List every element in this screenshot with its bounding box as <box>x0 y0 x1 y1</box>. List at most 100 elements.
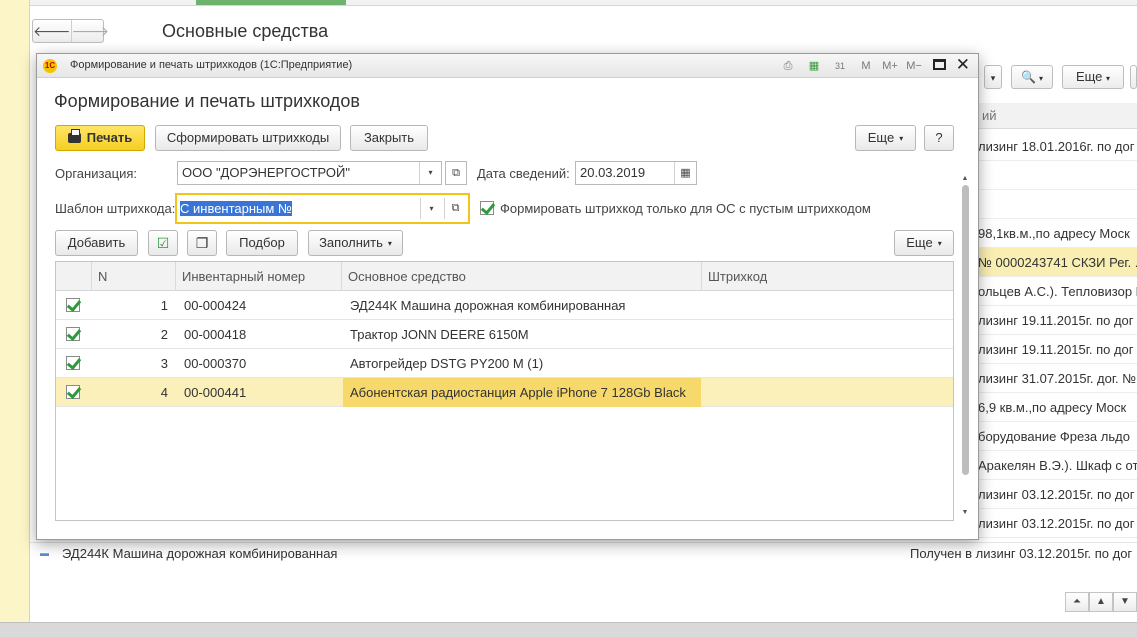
column-inventory-number[interactable]: Инвентарный номер <box>176 262 342 291</box>
active-tab-indicator[interactable] <box>196 0 346 5</box>
open-template-icon[interactable]: ⧉ <box>444 198 466 219</box>
form-title: Формирование и печать штрихкодов <box>54 91 360 111</box>
bg-list-row[interactable] <box>978 161 1137 190</box>
table-header: N Инвентарный номер Основное средство Шт… <box>56 262 953 291</box>
bg-row-status: Получен в лизинг 03.12.2015г. по дог <box>910 546 1133 561</box>
template-value: С инвентарным № <box>180 201 292 216</box>
bg-dropdown-fragment[interactable]: ▾ <box>984 65 1002 89</box>
bg-list-row[interactable]: ▬ ЭД244К Машина дорожная комбинированная… <box>30 542 1137 564</box>
chevron-down-icon[interactable]: ▾ <box>420 198 442 219</box>
table-more-button[interactable]: Еще ▾ <box>894 230 954 256</box>
row-checkbox[interactable] <box>66 298 80 312</box>
spreadsheet-icon[interactable]: ▦ <box>805 59 823 73</box>
bg-more-button[interactable]: Еще ▾ <box>1062 65 1124 89</box>
empty-only-label[interactable]: Формировать штрихкод только для ОС с пус… <box>500 201 871 216</box>
bg-toolbar-fragment[interactable] <box>1130 65 1137 89</box>
add-button[interactable]: Добавить <box>55 230 138 256</box>
search-icon: 🔍 <box>1021 70 1036 84</box>
generate-barcodes-button[interactable]: Сформировать штрихкоды <box>155 125 341 151</box>
column-n[interactable]: N <box>92 262 176 291</box>
row-inventory-number: 00-000424 <box>184 298 247 313</box>
chevron-down-icon: ▾ <box>387 239 392 248</box>
select-button[interactable]: Подбор <box>226 230 298 256</box>
table-row-selected[interactable]: 4 00-000441 Абонентская радиостанция App… <box>56 378 953 407</box>
row-inventory-number: 00-000441 <box>184 385 247 400</box>
form-scrollbar[interactable]: ▲ ▼ <box>960 175 970 521</box>
empty-only-checkbox[interactable] <box>480 201 494 215</box>
row-barcode <box>708 378 953 407</box>
bg-list-row[interactable]: лизинг 31.07.2015г. дог. № <box>978 364 1137 393</box>
row-asset-current-cell[interactable]: Абонентская радиостанция Apple iPhone 7 … <box>343 378 701 407</box>
chevron-down-icon: ▾ <box>899 134 904 143</box>
scroll-top-button[interactable]: ⏶ <box>1065 592 1089 612</box>
date-label: Дата сведений: <box>477 166 570 181</box>
calendar-icon[interactable]: ▦ <box>674 162 696 184</box>
print-preview-icon[interactable]: ⎙ <box>779 59 797 73</box>
row-asset: Трактор JONN DEERE 6150M <box>350 327 529 342</box>
open-organization-icon[interactable]: ⧉ <box>445 161 467 185</box>
bg-list-row[interactable] <box>978 190 1137 219</box>
close-icon[interactable]: ✕ <box>956 56 970 74</box>
bg-list-row[interactable]: ольцев А.С.). Тепловизор Flu <box>978 277 1137 306</box>
calendar-icon[interactable]: 31 <box>831 59 849 73</box>
print-button[interactable]: Печать <box>55 125 145 151</box>
bg-list-row-selected[interactable]: № 0000243741 СКЗИ Рег. . <box>978 248 1137 277</box>
bg-list-row[interactable]: 6,9 кв.м.,по адресу Моск <box>978 393 1137 422</box>
copy-icon[interactable]: ❐ <box>187 230 217 256</box>
forward-arrow-icon[interactable]: 🡒 <box>70 20 109 42</box>
back-arrow-icon[interactable]: 🡐 <box>33 20 71 42</box>
scroll-down-button[interactable]: ▼ <box>1113 592 1137 612</box>
row-asset: Автогрейдер DSTG PY200 M (1) <box>350 356 544 371</box>
bg-list-row[interactable]: лизинг 18.01.2016г. по дог <box>978 132 1137 161</box>
table-row[interactable]: 3 00-000370 Автогрейдер DSTG PY200 M (1) <box>56 349 953 378</box>
template-label: Шаблон штрихкода: <box>55 201 176 216</box>
memory-minus-icon[interactable]: M− <box>903 59 925 73</box>
date-value: 20.03.2019 <box>580 165 646 180</box>
bg-list-row[interactable]: Аракелян В.Э.). Шкаф с отд <box>978 451 1137 480</box>
window-titlebar[interactable]: 1С Формирование и печать штрихкодов (1С:… <box>37 54 978 78</box>
scroll-down-icon: ▼ <box>1120 596 1130 607</box>
bg-list-row[interactable]: лизинг 03.12.2015г. по дог <box>978 480 1137 509</box>
fill-button[interactable]: Заполнить ▾ <box>308 230 403 256</box>
organization-label: Организация: <box>55 166 138 181</box>
bg-list-row[interactable]: лизинг 19.11.2015г. по дог <box>978 335 1137 364</box>
chevron-down-icon: ▾ <box>1106 74 1111 83</box>
help-button[interactable]: ? <box>924 125 954 151</box>
bg-list-row[interactable]: лизинг 19.11.2015г. по дог <box>978 306 1137 335</box>
bg-list-row[interactable]: лизинг 03.12.2015г. по дог <box>978 509 1137 538</box>
row-number: 4 <box>160 385 168 400</box>
row-checkbox[interactable] <box>66 356 80 370</box>
column-asset[interactable]: Основное средство <box>342 262 702 291</box>
scroll-thumb[interactable] <box>962 185 969 475</box>
table-more-label: Еще <box>906 235 933 250</box>
column-barcode[interactable]: Штрихкод <box>702 262 953 291</box>
chevron-down-icon: ▾ <box>937 239 942 248</box>
chevron-down-icon[interactable]: ▾ <box>419 162 441 184</box>
barcode-dialog-window: 1С Формирование и печать штрихкодов (1С:… <box>36 53 979 540</box>
window-caption: Формирование и печать штрихкодов (1С:Пре… <box>70 59 353 71</box>
row-checkbox[interactable] <box>66 327 80 341</box>
memory-plus-icon[interactable]: M+ <box>879 59 901 73</box>
close-button[interactable]: Закрыть <box>350 125 428 151</box>
column-check[interactable] <box>56 262 92 291</box>
row-checkbox[interactable] <box>66 385 80 399</box>
scroll-down-icon[interactable]: ▼ <box>960 509 970 516</box>
more-label: Еще <box>867 130 895 145</box>
template-field[interactable]: С инвентарным № ▾ ⧉ <box>175 193 470 224</box>
organization-field[interactable]: ООО "ДОРЭНЕРГОСТРОЙ" ▾ <box>177 161 442 185</box>
table-row[interactable]: 1 00-000424 ЭД244К Машина дорожная комби… <box>56 291 953 320</box>
scroll-up-icon[interactable]: ▲ <box>960 175 970 182</box>
date-field[interactable]: 20.03.2019 ▦ <box>575 161 697 185</box>
bg-list-row[interactable]: 98,1кв.м.,по адресу Моск <box>978 219 1137 248</box>
check-all-icon[interactable]: ☑ <box>148 230 178 256</box>
bg-list-row[interactable]: борудование Фреза льдо <box>978 422 1137 451</box>
page-title: Основные средства <box>162 21 329 41</box>
scroll-up-button[interactable]: ▲ <box>1089 592 1113 612</box>
bg-search-button[interactable]: 🔍 ▾ <box>1011 65 1053 89</box>
row-number: 2 <box>160 327 168 342</box>
memory-icon[interactable]: M <box>857 59 875 73</box>
maximize-icon[interactable] <box>933 59 946 70</box>
more-button[interactable]: Еще ▾ <box>855 125 916 151</box>
table-row[interactable]: 2 00-000418 Трактор JONN DEERE 6150M <box>56 320 953 349</box>
scroll-up-icon: ▲ <box>1096 596 1106 607</box>
